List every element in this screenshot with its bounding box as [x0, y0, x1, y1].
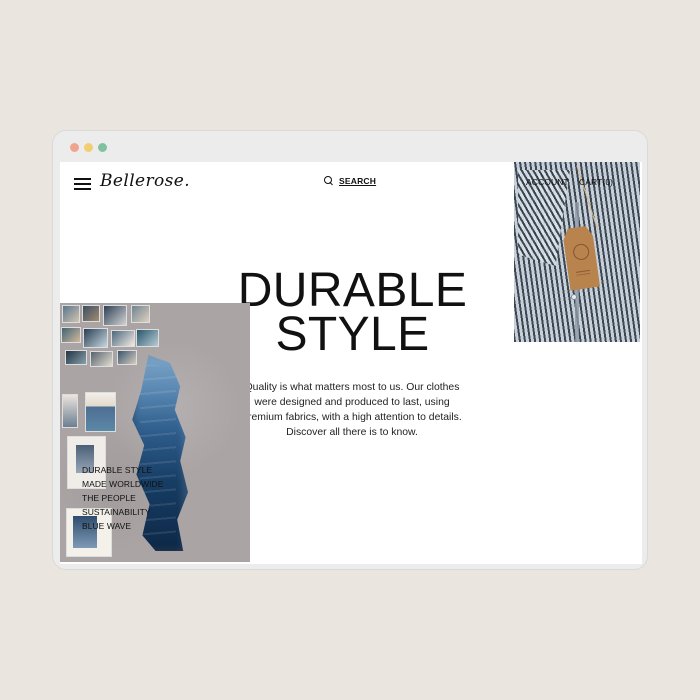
- search-label: SEARCH: [339, 176, 377, 186]
- collage-photo: [111, 330, 135, 347]
- tag-string-image: [576, 162, 607, 231]
- collage-photo: [65, 350, 87, 365]
- hero-title-line: STYLE: [275, 308, 430, 361]
- striped-shirt-image: [514, 162, 640, 342]
- account-link[interactable]: ACCOUNT: [526, 177, 569, 187]
- close-window-icon[interactable]: [70, 143, 79, 152]
- search-link[interactable]: SEARCH: [324, 176, 376, 186]
- collage-photo: [62, 394, 78, 428]
- collage-photo: [136, 329, 159, 347]
- hang-tag-image: [562, 225, 600, 291]
- hero-description-line: Quality is what matters most to us. Our …: [244, 382, 460, 393]
- menu-line-icon: [74, 183, 91, 185]
- story-menu: DURABLE STYLE MADE WORLDWIDE THE PEOPLE …: [82, 463, 177, 533]
- collage-photo: [83, 328, 108, 348]
- hero-description-line: Discover all there is to know.: [286, 427, 418, 438]
- story-menu-item-sustainability[interactable]: SUSTAINABILITY: [82, 505, 177, 519]
- collage-photo: [103, 305, 127, 326]
- browser-title-bar: [53, 131, 647, 162]
- browser-window: Bellerose. SEARCH ACCOUNT CART(0) DURABL…: [52, 130, 648, 570]
- collage-photo: [61, 327, 81, 343]
- hero-title: DURABLE STYLE: [230, 264, 475, 361]
- collage-photo: [82, 305, 100, 322]
- hero-title-line: DURABLE: [237, 264, 468, 317]
- shirt-button-icon: [571, 294, 577, 300]
- story-menu-item-made-worldwide[interactable]: MADE WORLDWIDE: [82, 477, 177, 491]
- collage-photo: [62, 305, 80, 323]
- story-menu-item-the-people[interactable]: THE PEOPLE: [82, 491, 177, 505]
- story-menu-item-blue-wave[interactable]: BLUE WAVE: [82, 519, 177, 533]
- menu-line-icon: [74, 188, 91, 190]
- hero-description-line: premium fabrics, with a high attention t…: [242, 412, 462, 423]
- hamburger-menu-icon[interactable]: [74, 178, 91, 190]
- cart-link[interactable]: CART(0): [579, 177, 613, 187]
- story-menu-item-durable-style[interactable]: DURABLE STYLE: [82, 463, 177, 477]
- collage-photo: [131, 305, 150, 323]
- brand-logo[interactable]: Bellerose.: [100, 171, 190, 191]
- hero-description-line: were designed and produced to last, usin…: [254, 397, 450, 408]
- minimize-window-icon[interactable]: [84, 143, 93, 152]
- zoom-window-icon[interactable]: [98, 143, 107, 152]
- collage-photo: [117, 350, 137, 365]
- hero-description: Quality is what matters most to us. Our …: [236, 380, 468, 440]
- menu-line-icon: [74, 178, 91, 180]
- search-icon: [324, 176, 334, 186]
- website-page: Bellerose. SEARCH ACCOUNT CART(0) DURABL…: [60, 162, 642, 564]
- collage-photo: [85, 392, 116, 432]
- collage-photo: [90, 351, 113, 367]
